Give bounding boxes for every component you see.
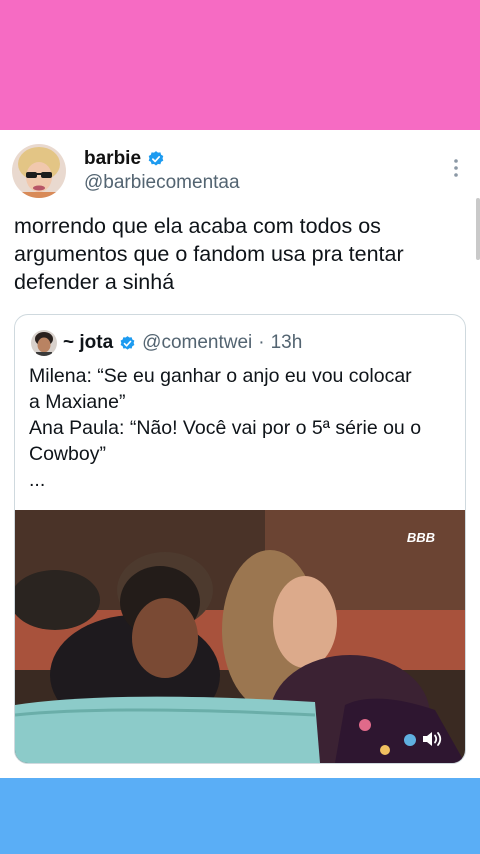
avatar[interactable]: [12, 144, 66, 198]
video-frame: [15, 510, 465, 763]
tweet-text: morrendo que ela acaba com todos os argu…: [14, 212, 469, 296]
volume-icon[interactable]: [421, 729, 445, 749]
verified-badge-icon: [148, 151, 164, 166]
tweet-text-line: morrendo que ela acaba com todos os: [14, 214, 381, 238]
author-handle[interactable]: @barbiecomentaa: [84, 172, 240, 194]
separator-dot: ·: [258, 332, 265, 353]
quoted-text-line: Cowboy”: [29, 443, 106, 465]
quoted-text-line: Milena: “Se eu ganhar o anjo eu vou colo…: [29, 365, 412, 387]
scrollbar-thumb[interactable]: [476, 198, 480, 260]
quoted-tweet-text: Milena: “Se eu ganhar o anjo eu vou colo…: [29, 363, 449, 493]
quoted-avatar[interactable]: [31, 330, 57, 356]
tweet-text-line: argumentos que o fandom usa pra tentar: [14, 242, 404, 266]
bottom-color-band: [0, 778, 480, 854]
quoted-display-name[interactable]: ~ jota: [63, 332, 113, 354]
quoted-handle[interactable]: @comentwei: [142, 332, 252, 354]
video-thumbnail[interactable]: BBB: [15, 510, 465, 763]
tweet-text-line: defender a sinhá: [14, 270, 175, 294]
quoted-text-line: a Maxiane”: [29, 391, 126, 413]
verified-badge-icon: [120, 335, 135, 350]
quoted-text-line: Ana Paula: “Não! Você vai por o 5ª série…: [29, 417, 422, 439]
top-color-band: [0, 0, 480, 130]
tweet-card[interactable]: barbie @barbiecomentaa morrendo que ela …: [0, 130, 480, 778]
more-vertical-icon[interactable]: [446, 156, 466, 180]
quoted-tweet[interactable]: ~ jota @comentwei · 13h Milena: “Se eu g…: [14, 314, 466, 764]
quoted-timestamp[interactable]: 13h: [271, 332, 303, 354]
bbb-watermark: BBB: [406, 530, 435, 545]
quoted-text-line: ...: [29, 469, 46, 491]
author-name[interactable]: barbie: [84, 148, 165, 170]
quoted-tweet-header: ~ jota @comentwei · 13h: [31, 329, 302, 357]
author-display-name[interactable]: barbie: [84, 148, 141, 170]
